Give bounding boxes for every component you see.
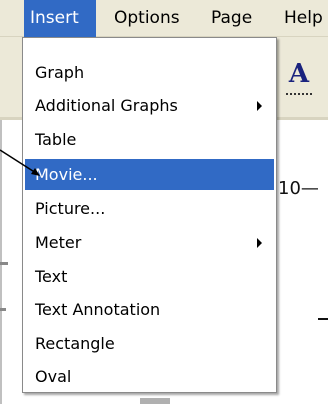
- annotation-arrow-icon: [0, 149, 40, 176]
